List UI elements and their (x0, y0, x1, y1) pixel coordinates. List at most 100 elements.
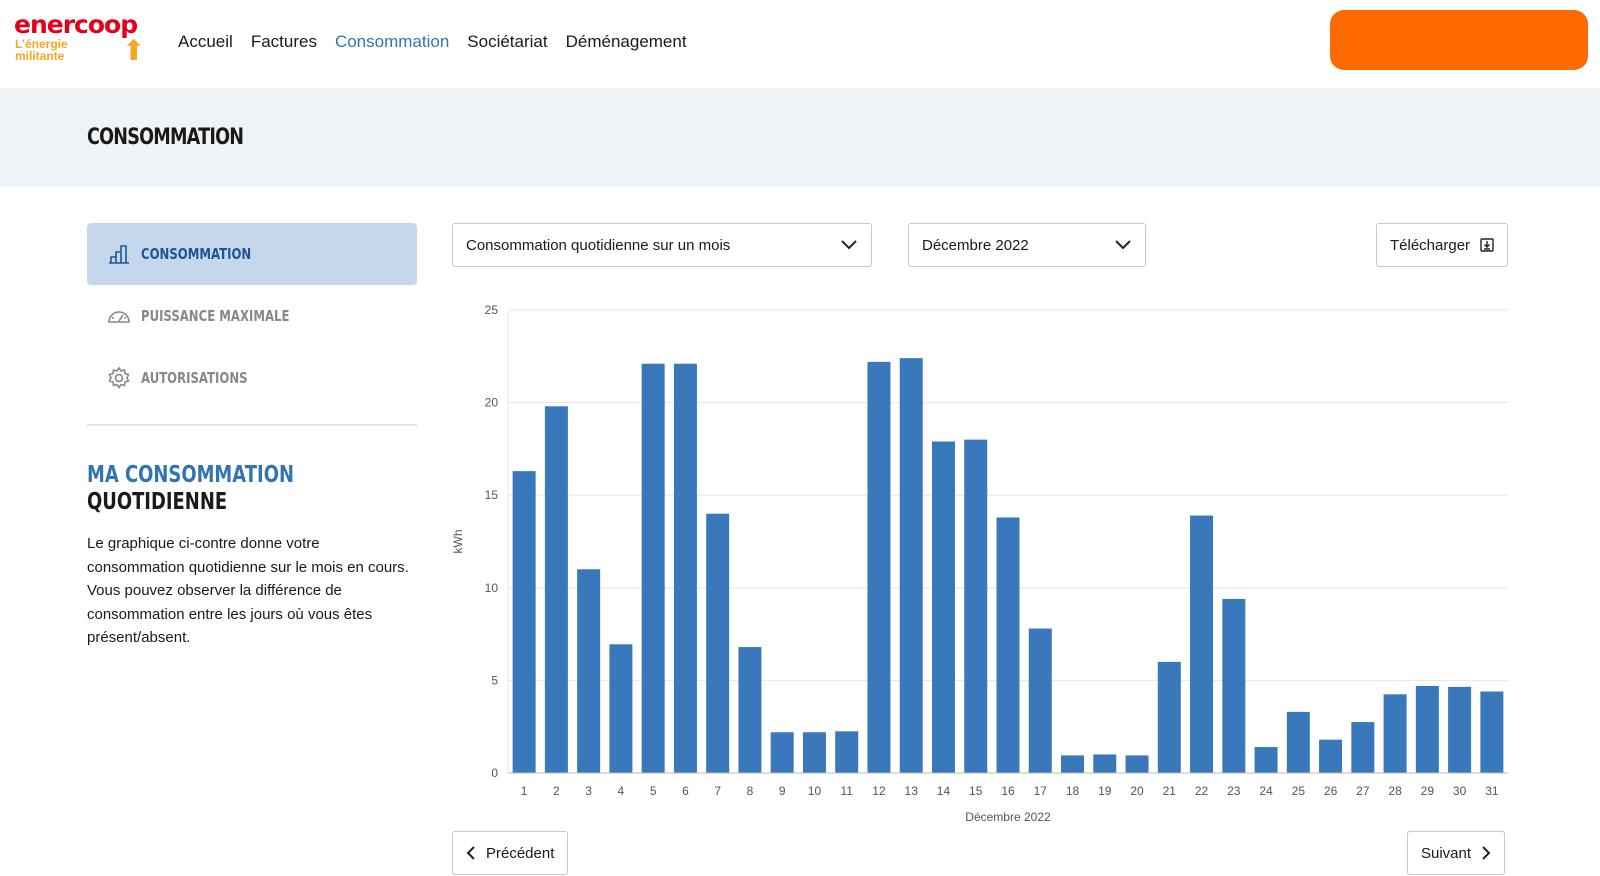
x-tick-label: 30 (1453, 784, 1467, 798)
next-button[interactable]: Suivant (1407, 831, 1506, 875)
bar (867, 361, 891, 773)
page-title: CONSOMMATION (87, 125, 244, 150)
download-icon (1480, 238, 1494, 252)
view-select[interactable]: Consommation quotidienne sur un mois (452, 223, 872, 267)
previous-button[interactable]: Précédent (452, 831, 569, 875)
chevron-down-icon (841, 240, 857, 250)
bar (738, 647, 762, 773)
x-tick-label: 5 (650, 784, 657, 798)
x-tick-label: 26 (1324, 784, 1338, 798)
x-tick-label: 6 (682, 784, 689, 798)
sidebar: CONSOMMATION PUISSANCE MAXIMALE AUTORISA… (87, 223, 417, 650)
bar (1480, 691, 1504, 773)
view-select-value: Consommation quotidienne sur un mois (466, 236, 731, 254)
x-tick-label: 22 (1195, 784, 1209, 798)
chevron-down-icon (1115, 240, 1131, 250)
x-tick-label: 12 (872, 784, 886, 798)
bar (673, 363, 697, 773)
nav-societariat[interactable]: Sociétariat (467, 32, 547, 52)
bar (996, 517, 1020, 773)
section-heading: MA CONSOMMATION QUOTIDIENNE (87, 462, 344, 516)
bar (770, 732, 794, 773)
account-button[interactable] (1330, 10, 1588, 70)
header: enercoop L’énergie militante ⬆ Accueil F… (0, 0, 1600, 88)
bar (899, 358, 923, 773)
x-tick-label: 9 (779, 784, 786, 798)
bar (544, 406, 568, 773)
bar (1190, 515, 1214, 773)
x-tick-label: 28 (1388, 784, 1402, 798)
x-tick-label: 24 (1259, 784, 1273, 798)
logo-wordmark: enercoop (14, 10, 138, 39)
bar (802, 732, 826, 773)
bar (1319, 739, 1343, 773)
logo-tagline: L’énergie militante (15, 37, 68, 63)
x-tick-label: 27 (1356, 784, 1370, 798)
x-tick-label: 8 (747, 784, 754, 798)
x-axis-title: Décembre 2022 (965, 810, 1051, 824)
bar (931, 441, 955, 773)
x-tick-label: 17 (1034, 784, 1048, 798)
y-tick-label: 0 (491, 766, 498, 780)
bar (1415, 685, 1439, 773)
heading-line-2: QUOTIDIENNE (87, 489, 228, 515)
consumption-chart: 05101520251 2 3 4 5 6 7 8 9 10 11 12 13 14 15 16 17 18 19 2… (451, 303, 1508, 824)
page-banner: CONSOMMATION (0, 88, 1600, 187)
bar (1254, 747, 1278, 773)
bar (1222, 598, 1246, 773)
next-label: Suivant (1421, 844, 1472, 862)
nav-consommation[interactable]: Consommation (335, 32, 449, 52)
bar (641, 363, 665, 773)
bar (1093, 754, 1117, 773)
x-tick-label: 14 (937, 784, 951, 798)
bar (1448, 686, 1472, 773)
nav-accueil[interactable]: Accueil (178, 32, 233, 52)
x-tick-label: 10 (808, 784, 822, 798)
sidebar-item-autorisations[interactable]: AUTORISATIONS (87, 347, 417, 409)
sidebar-item-label: PUISSANCE MAXIMALE (141, 307, 290, 325)
bar (512, 471, 536, 773)
bar (835, 731, 859, 773)
x-tick-label: 7 (714, 784, 721, 798)
month-select[interactable]: Décembre 2022 (908, 223, 1146, 267)
bar-chart-icon (109, 245, 129, 264)
y-tick-label: 10 (485, 581, 499, 595)
bar (706, 513, 730, 773)
x-tick-label: 2 (553, 784, 560, 798)
sidebar-item-puissance[interactable]: PUISSANCE MAXIMALE (87, 285, 417, 347)
sidebar-item-label: CONSOMMATION (141, 245, 252, 263)
bar (1125, 755, 1149, 773)
heading-line-1: MA CONSOMMATION (87, 462, 294, 488)
bar (577, 569, 601, 773)
y-tick-label: 20 (485, 396, 499, 410)
x-tick-label: 23 (1227, 784, 1241, 798)
download-label: Télécharger (1390, 236, 1471, 254)
nav-factures[interactable]: Factures (251, 32, 317, 52)
bar (1157, 661, 1181, 773)
y-tick-label: 15 (485, 488, 499, 502)
chevron-left-icon (466, 846, 475, 860)
month-select-value: Décembre 2022 (922, 236, 1029, 254)
y-tick-label: 5 (491, 673, 498, 687)
sidebar-item-label: AUTORISATIONS (141, 369, 248, 387)
sidebar-divider (87, 424, 417, 426)
x-tick-label: 4 (618, 784, 625, 798)
bar (1028, 628, 1052, 773)
enercoop-logo[interactable]: enercoop L’énergie militante ⬆ (14, 10, 154, 70)
gear-icon (108, 366, 130, 389)
x-tick-label: 18 (1066, 784, 1080, 798)
gauge-icon (108, 311, 130, 323)
nav-demenagement[interactable]: Déménagement (566, 32, 687, 52)
x-tick-label: 21 (1163, 784, 1177, 798)
x-tick-label: 16 (1001, 784, 1015, 798)
download-button[interactable]: Télécharger (1376, 223, 1509, 267)
x-tick-label: 31 (1485, 784, 1499, 798)
x-tick-label: 1 (521, 784, 528, 798)
x-tick-label: 11 (840, 784, 853, 798)
x-tick-label: 19 (1098, 784, 1112, 798)
sidebar-item-consommation[interactable]: CONSOMMATION (87, 223, 417, 285)
bar (1286, 711, 1310, 773)
previous-label: Précédent (486, 844, 555, 862)
bar (1351, 722, 1375, 773)
x-tick-label: 13 (905, 784, 919, 798)
